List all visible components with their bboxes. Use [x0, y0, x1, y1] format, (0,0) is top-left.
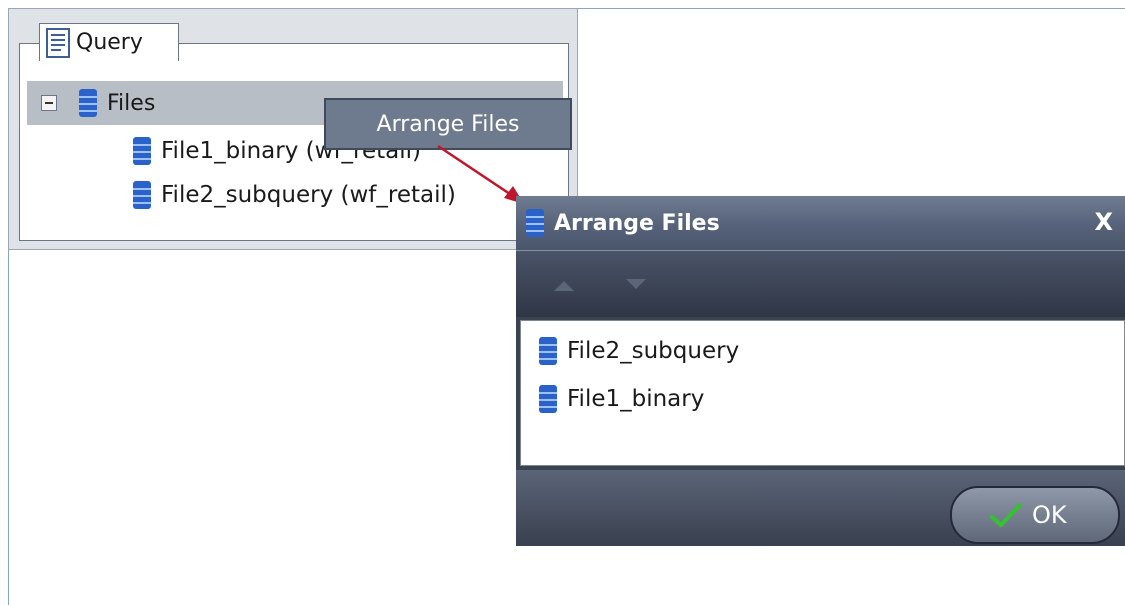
- list-item[interactable]: File2_subquery: [537, 331, 739, 371]
- arrange-files-dialog: Arrange Files X File2_subquery File1_bin…: [516, 196, 1125, 546]
- ok-button-label: OK: [1032, 501, 1067, 529]
- close-icon[interactable]: X: [1094, 208, 1113, 236]
- arrange-files-list[interactable]: File2_subquery File1_binary: [520, 320, 1125, 466]
- dialog-title: Arrange Files: [554, 210, 720, 236]
- list-item[interactable]: File1_binary: [537, 379, 704, 419]
- list-item-label: File2_subquery: [567, 338, 740, 364]
- list-item-label: File1_binary: [567, 386, 705, 412]
- checkmark-icon: [990, 503, 1022, 527]
- arrow-up-icon[interactable]: [550, 275, 578, 295]
- arrow-down-icon[interactable]: [622, 275, 650, 295]
- dialog-footer: OK: [516, 470, 1125, 546]
- dialog-toolbar: [516, 250, 1125, 317]
- dialog-title-bar[interactable]: Arrange Files X: [516, 196, 1125, 250]
- database-icon: [539, 337, 557, 365]
- database-icon: [526, 209, 544, 237]
- ok-button[interactable]: OK: [950, 486, 1120, 544]
- database-icon: [539, 385, 557, 413]
